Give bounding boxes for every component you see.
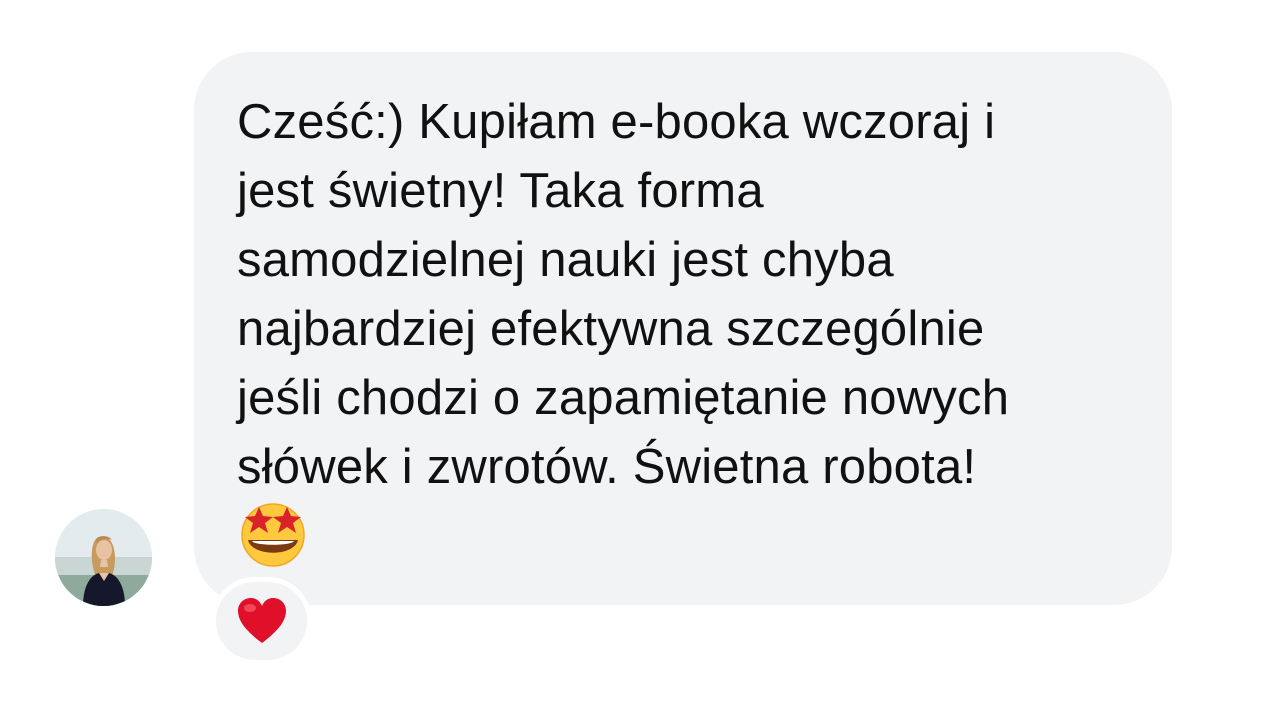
message-text: Cześć:) Kupiłam e-booka wczoraj i jest ś… (237, 95, 1010, 494)
star-struck-emoji (238, 500, 308, 568)
chat-thread: Cześć:) Kupiłam e-booka wczoraj i jest ś… (0, 0, 1280, 720)
reaction-badge[interactable] (211, 577, 312, 665)
avatar-photo (55, 509, 152, 606)
red-heart-icon (237, 598, 286, 643)
message-bubble[interactable]: Cześć:) Kupiłam e-booka wczoraj i jest ś… (194, 52, 1172, 605)
sender-avatar[interactable] (55, 509, 152, 606)
